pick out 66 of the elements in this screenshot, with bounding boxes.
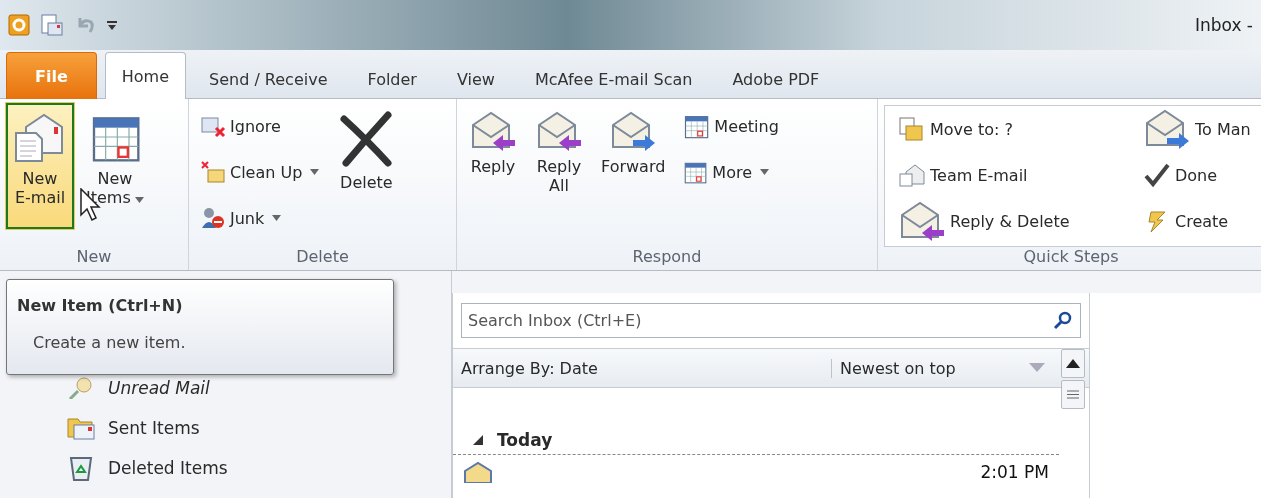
scroll-up-button[interactable] xyxy=(1061,349,1085,378)
ignore-icon xyxy=(200,114,226,138)
up-arrow-icon xyxy=(1066,359,1080,368)
group-label: New xyxy=(76,247,112,268)
folder-item[interactable]: Sent Items xyxy=(66,411,451,445)
ribbon-button[interactable]: Reply xyxy=(463,103,523,229)
group-title: Today xyxy=(497,430,553,450)
cleanup-icon xyxy=(200,160,226,184)
caret-icon xyxy=(310,169,320,175)
ribbon-tab[interactable]: Send / Receive xyxy=(192,58,345,99)
ribbon-button[interactable]: Meeting xyxy=(677,107,784,145)
quick-step-button[interactable]: Move to: ? xyxy=(893,110,1138,148)
ribbon-button[interactable]: New E-mail xyxy=(6,103,74,229)
grip-icon xyxy=(1067,390,1079,399)
quick-step-button[interactable]: Create xyxy=(1138,202,1261,240)
ribbon-button[interactable]: Junk xyxy=(195,199,325,237)
reply-icon xyxy=(898,199,946,243)
ribbon-tab[interactable]: Home xyxy=(104,52,186,99)
group-label: Respond xyxy=(632,247,702,268)
ribbon-tab[interactable]: McAfee E-mail Scan xyxy=(517,58,710,99)
tooltip-description: Create a new item. xyxy=(32,333,187,352)
reply-all-icon xyxy=(535,109,583,153)
folder-item[interactable]: Unread Mail xyxy=(66,371,451,405)
folder-icon xyxy=(898,116,926,142)
ribbon-button[interactable]: Ignore xyxy=(195,107,325,145)
ribbon-button[interactable]: More xyxy=(677,153,784,191)
group-header[interactable]: Today xyxy=(453,426,1059,455)
folder-label: Sent Items xyxy=(108,418,200,438)
window-title: Inbox - xyxy=(1194,15,1253,35)
ribbon-tab[interactable]: Adobe PDF xyxy=(715,58,837,99)
ribbon-button[interactable]: Forward xyxy=(595,103,672,229)
quick-step-button[interactable]: Done xyxy=(1138,156,1261,194)
group-label: Quick Steps xyxy=(1023,247,1119,268)
caret-icon xyxy=(272,215,282,221)
reply-icon xyxy=(469,109,517,153)
scroll-thumb[interactable] xyxy=(1061,380,1085,409)
ribbon-button[interactable]: Reply All xyxy=(529,103,589,229)
folder-label: Deleted Items xyxy=(108,458,228,478)
search-field[interactable]: Search Inbox (Ctrl+E) xyxy=(461,303,1081,338)
caret-icon xyxy=(760,169,769,175)
expanded-triangle-icon xyxy=(473,435,483,445)
tooltip-title: New Item (Ctrl+N) xyxy=(17,296,184,315)
arrange-by-label[interactable]: Arrange By: Date xyxy=(453,358,832,378)
forward-icon xyxy=(1143,107,1191,151)
group-label: Delete xyxy=(296,247,349,268)
folder-label: Unread Mail xyxy=(108,378,210,398)
sort-order-label[interactable]: Newest on top xyxy=(832,358,956,378)
app-logo-icon xyxy=(8,14,30,36)
ribbon-button[interactable]: Clean Up xyxy=(195,153,325,191)
ribbon-tab[interactable]: View xyxy=(439,58,512,99)
checkmark-icon xyxy=(1143,162,1171,188)
quick-step-button[interactable]: Team E-mail xyxy=(893,156,1138,194)
ribbon-tab[interactable]: Folder xyxy=(350,58,434,99)
search-icon[interactable] xyxy=(1053,310,1073,330)
quick-step-button[interactable]: To Man xyxy=(1138,110,1261,148)
message-time: 2:01 PM xyxy=(980,462,1049,482)
sort-caret-icon[interactable] xyxy=(1029,363,1045,373)
ribbon-button[interactable]: Delete xyxy=(330,103,403,229)
quick-step-button[interactable]: Reply & Delete xyxy=(893,202,1138,240)
junk-icon xyxy=(200,206,226,230)
folder-item[interactable]: Deleted Items xyxy=(66,451,451,485)
document-envelope-icon xyxy=(898,162,926,188)
folder-envelope-icon xyxy=(66,415,96,441)
caret-icon xyxy=(134,197,144,204)
message-row[interactable]: 2:01 PM xyxy=(453,455,1059,489)
save-icon[interactable] xyxy=(40,13,64,37)
